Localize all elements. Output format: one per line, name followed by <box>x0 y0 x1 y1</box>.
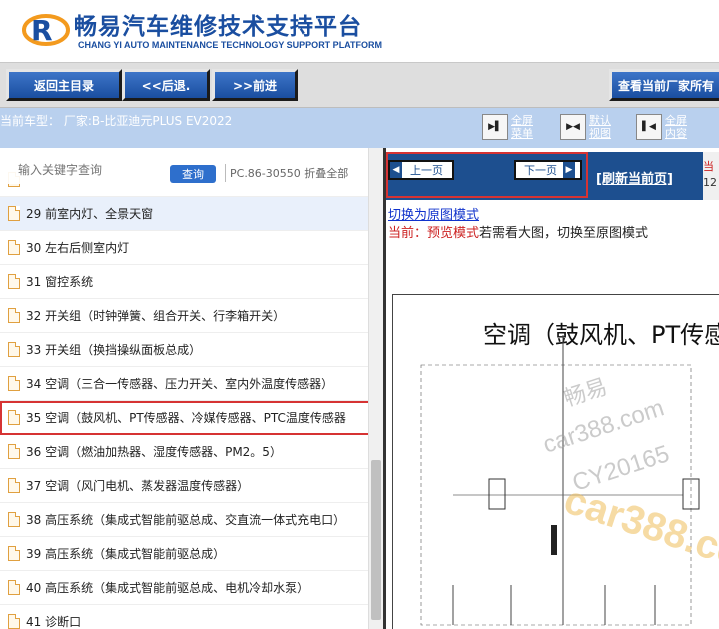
fullscreen-menu-button[interactable]: ▶▌ 全屏菜单 <box>482 112 539 142</box>
document-icon <box>8 376 20 391</box>
list-item[interactable]: 41 诊断口 <box>0 605 368 629</box>
document-icon <box>8 206 20 221</box>
document-icon <box>8 580 20 595</box>
logo-icon: R <box>22 14 70 47</box>
fullscreen-menu-icon: ▶▌ <box>482 114 508 140</box>
app-title: 畅易汽车维修技术支持平台 <box>74 14 362 40</box>
list-item[interactable]: 30 左右后侧室内灯 <box>0 231 368 265</box>
list-item-label: 33 开关组（换挡操纵面板总成） <box>26 343 202 357</box>
header: R 畅易汽车维修技术支持平台 CHANG YI AUTO MAINTENANCE… <box>0 0 719 62</box>
document-icon <box>8 614 20 629</box>
fullscreen-content-button[interactable]: ▌◀ 全屏内容 <box>636 112 693 142</box>
next-page-button[interactable]: 下一页 ▶ <box>514 160 582 180</box>
list-item-label: 39 高压系统（集成式智能前驱总成） <box>26 547 226 561</box>
default-view-icon: ▶◀ <box>560 114 586 140</box>
document-icon <box>8 410 20 425</box>
divider <box>225 164 226 182</box>
toolbar: 返回主目录 <<后退. >>前进 查看当前厂家所有 <box>0 62 719 108</box>
wiring-diagram[interactable]: 空调（鼓风机、PT传感 畅易 car388.com CY20165 car388… <box>392 294 719 629</box>
list-item[interactable]: 36 空调（燃油加热器、湿度传感器、PM2。5） <box>0 435 368 469</box>
view-factory-button[interactable]: 查看当前厂家所有 <box>609 69 719 101</box>
fullscreen-content-label: 全屏内容 <box>665 114 687 140</box>
list-item-label: 29 前室内灯、全景天窗 <box>26 207 154 221</box>
back-button[interactable]: <<后退. <box>122 69 210 101</box>
current-model: 当前车型： 厂家:B-比亚迪元PLUS EV2022 <box>0 114 233 128</box>
list-item[interactable]: 34 空调（三合一传感器、压力开关、室内外温度传感器） <box>0 367 368 401</box>
list-item-label: 30 左右后侧室内灯 <box>26 241 130 255</box>
mode-suffix: 若需看大图，切换至原图模式 <box>479 226 649 241</box>
arrow-right-icon: ▶ <box>563 162 575 178</box>
list-item[interactable]: 39 高压系统（集成式智能前驱总成） <box>0 537 368 571</box>
list-item-label: 40 高压系统（集成式智能前驱总成、电机冷却水泵） <box>26 581 310 595</box>
default-view-button[interactable]: ▶◀ 默认视图 <box>560 112 617 142</box>
fullscreen-menu-label: 全屏菜单 <box>511 114 533 140</box>
document-icon <box>8 240 20 255</box>
list-item[interactable]: 32 开关组（时钟弹簧、组合开关、行李箱开关） <box>0 299 368 333</box>
content-panel: ◀ 上一页 下一页 ▶ [刷新当前页] 当 12 切换为原图模式 当前：预览模式… <box>386 148 719 629</box>
next-page-label: 下一页 <box>524 164 557 177</box>
list-item-label: 41 诊断口 <box>26 615 82 629</box>
list-item[interactable]: 38 高压系统（集成式智能前驱总成、交直流一体式充电口） <box>0 503 368 537</box>
document-icon <box>8 478 20 493</box>
mode-status: 当前：预览模式若需看大图，切换至原图模式 <box>388 222 648 241</box>
fullscreen-content-icon: ▌◀ <box>636 114 662 140</box>
scrollbar[interactable] <box>368 148 383 629</box>
search-input[interactable] <box>18 163 158 177</box>
list-item-label: 36 空调（燃油加热器、湿度传感器、PM2。5） <box>26 445 282 459</box>
document-icon <box>8 444 20 459</box>
forward-button[interactable]: >>前进 <box>212 69 298 101</box>
catalog-panel: 29 前室内灯、全景天窗 30 左右后侧室内灯 31 窗控系统 32 开关组（时钟弹簧… <box>0 148 383 629</box>
document-icon <box>8 342 20 357</box>
document-icon <box>8 274 20 289</box>
list-item-label: 32 开关组（时钟弹簧、组合开关、行李箱开关） <box>26 309 286 323</box>
page-root: R 畅易汽车维修技术支持平台 CHANG YI AUTO MAINTENANCE… <box>0 0 719 629</box>
search-button[interactable]: 查询 <box>170 165 216 183</box>
scrollbar-thumb[interactable] <box>371 460 381 620</box>
prev-page-label: 上一页 <box>410 164 443 177</box>
refresh-page-link[interactable]: [刷新当前页] <box>596 168 673 187</box>
list-item-label: 35 空调（鼓风机、PT传感器、冷媒传感器、PTC温度传感器 <box>26 411 346 425</box>
list-item[interactable]: 37 空调（风门电机、蒸发器温度传感器） <box>0 469 368 503</box>
document-icon <box>8 546 20 561</box>
app-subtitle: CHANG YI AUTO MAINTENANCE TECHNOLOGY SUP… <box>78 40 383 50</box>
list-item-label: 38 高压系统（集成式智能前驱总成、交直流一体式充电口） <box>26 513 346 527</box>
list-item[interactable]: 35 空调（鼓风机、PT传感器、冷媒传感器、PTC温度传感器 <box>0 401 368 435</box>
pc-info: PC.86-30550 折叠全部 <box>230 167 349 180</box>
edge-number: 12 <box>703 176 717 189</box>
document-icon <box>8 308 20 323</box>
list-item[interactable]: 29 前室内灯、全景天窗 <box>0 197 368 231</box>
default-view-label: 默认视图 <box>589 114 611 140</box>
back-main-button[interactable]: 返回主目录 <box>6 69 122 101</box>
arrow-left-icon: ◀ <box>390 162 402 178</box>
document-icon <box>8 512 20 527</box>
list-item[interactable]: 31 窗控系统 <box>0 265 368 299</box>
list-item-label: 34 空调（三合一传感器、压力开关、室内外温度传感器） <box>26 377 334 391</box>
svg-text:R: R <box>31 14 53 47</box>
list-item-label: 31 窗控系统 <box>26 275 94 289</box>
list-item[interactable]: 40 高压系统（集成式智能前驱总成、电机冷却水泵） <box>0 571 368 605</box>
edge-current-label: 当 <box>703 160 714 173</box>
search-bar: 查询 PC.86-30550 折叠全部 <box>0 154 383 184</box>
list-item-label: 37 空调（风门电机、蒸发器温度传感器） <box>26 479 250 493</box>
mode-prefix: 当前：预览模式 <box>388 226 480 241</box>
model-bar: 当前车型： 厂家:B-比亚迪元PLUS EV2022 ▶▌ 全屏菜单 ▶◀ 默认… <box>0 108 719 148</box>
list-item[interactable]: 33 开关组（换挡操纵面板总成） <box>0 333 368 367</box>
prev-page-button[interactable]: ◀ 上一页 <box>388 160 454 180</box>
switch-original-link[interactable]: 切换为原图模式 <box>388 204 479 223</box>
